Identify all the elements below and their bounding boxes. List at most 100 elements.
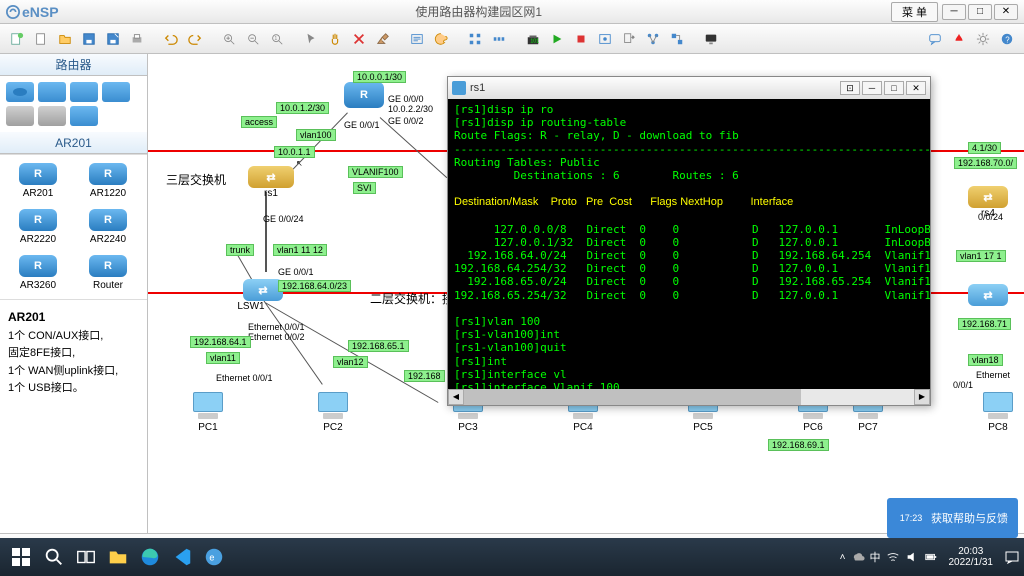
ip-label: 192.168.64.0/23 [278,280,351,292]
delete-icon[interactable] [348,28,370,50]
iface-label: GE 0/0/0 [388,94,424,104]
open-icon[interactable] [54,28,76,50]
tag-label: vlan100 [296,129,336,141]
taskbar-clock[interactable]: 20:03 2022/1/31 [943,546,1000,568]
new-file-icon[interactable] [30,28,52,50]
huawei-icon[interactable] [948,28,970,50]
sidebar-tab-routers[interactable]: 路由器 [0,54,147,76]
help-icon[interactable]: ? [996,28,1018,50]
sidebar-tab-ar201[interactable]: AR201 [0,132,147,154]
palette-wlan-icon[interactable] [70,82,98,102]
link[interactable] [265,192,267,272]
node-pc1[interactable]: PC1 [188,392,228,433]
terminal-scrollbar[interactable]: ◀▶ [448,389,930,405]
taskbar-ensp-icon[interactable]: e [200,543,228,571]
link[interactable] [265,302,323,384]
export-icon[interactable] [618,28,640,50]
pointer-icon[interactable] [300,28,322,50]
tray-chevron-icon[interactable]: ˄ [840,552,846,563]
text-icon[interactable] [406,28,428,50]
palette-cloud-icon[interactable] [38,106,66,126]
display-icon[interactable] [700,28,722,50]
tray-battery-icon[interactable] [924,550,938,564]
broom-icon[interactable] [372,28,394,50]
print-icon[interactable] [126,28,148,50]
palette-firewall-icon[interactable] [102,82,130,102]
terminal-maximize-button[interactable]: □ [884,81,904,95]
ip-label: 192.168.71 [958,318,1011,330]
palette-switch-icon[interactable] [38,82,66,102]
stop-all-icon[interactable] [570,28,592,50]
node-label: PC1 [198,422,217,433]
node-router-r[interactable]: R [344,82,384,108]
start-all-icon[interactable] [546,28,568,50]
terminal-close-button[interactable]: ✕ [906,81,926,95]
grid-align-icon[interactable] [464,28,486,50]
clock-badge: 17:23 [897,504,925,532]
taskbar-vscode-icon[interactable] [168,543,196,571]
palette-router-icon[interactable] [6,82,34,102]
pan-icon[interactable] [324,28,346,50]
node-switch-right[interactable]: ⇄ [968,284,1008,306]
save-icon[interactable] [78,28,100,50]
device-ar2240[interactable]: RAR2240 [74,205,142,249]
link[interactable] [265,302,439,403]
layers-icon[interactable]: 101 [522,28,544,50]
new-topo-icon[interactable] [6,28,28,50]
system-tray[interactable]: ˄ 中 20:03 2022/1/31 [840,546,1020,568]
device-ar2220[interactable]: RAR2220 [4,205,72,249]
taskbar-taskview-icon[interactable] [72,543,100,571]
terminal-body[interactable]: [rs1]disp ip ro [rs1]disp ip routing-tab… [448,99,930,389]
taskbar-search-icon[interactable] [40,543,68,571]
capture-icon[interactable] [594,28,616,50]
menu-button[interactable]: 菜 单 [891,2,938,22]
maximize-button[interactable]: □ [968,4,992,20]
snap-icon[interactable] [666,28,688,50]
redo-icon[interactable] [184,28,206,50]
node-switch-lsw1[interactable]: ⇄ LSW1 [243,279,283,312]
palette-icon[interactable] [430,28,452,50]
terminal-minimize-button[interactable]: ─ [862,81,882,95]
device-ar3260[interactable]: RAR3260 [4,251,72,295]
node-pc8[interactable]: PC8 [978,392,1018,433]
ip-label: 192.168 [404,370,445,382]
palette-link-icon[interactable] [70,106,98,126]
ip-label: 192.168.69.1 [768,439,829,451]
device-router[interactable]: RRouter [74,251,142,295]
terminal-titlebar[interactable]: rs1 ⊡ ─ □ ✕ [448,77,930,99]
zoom-fit-icon[interactable]: 1 [266,28,288,50]
device-ar201[interactable]: RAR201 [4,159,72,203]
tray-volume-icon[interactable] [905,550,919,564]
help-bubble[interactable]: 17:23 获取帮助与反馈 [887,498,1018,538]
tray-lang-icon[interactable]: 中 [870,549,881,565]
zoom-out-icon[interactable] [242,28,264,50]
terminal-extra-button[interactable]: ⊡ [840,81,860,95]
tray-wifi-icon[interactable] [886,550,900,564]
saveas-icon[interactable] [102,28,124,50]
device-ar1220[interactable]: RAR1220 [74,159,142,203]
tray-notification-icon[interactable] [1004,549,1020,565]
settings-icon[interactable] [972,28,994,50]
desc-line: 1个 WAN侧uplink接口, [8,365,118,377]
taskbar-explorer-icon[interactable] [104,543,132,571]
tray-onedrive-icon[interactable] [851,550,865,564]
arrange-h-icon[interactable] [488,28,510,50]
message-icon[interactable] [924,28,946,50]
node-switch-rs1[interactable]: ⇄ rs1 [248,166,294,199]
palette-pc-icon[interactable] [6,106,34,126]
minimize-button[interactable]: ─ [942,4,966,20]
node-label: PC8 [988,422,1007,433]
topo-layout-icon[interactable] [642,28,664,50]
taskbar-edge-icon[interactable] [136,543,164,571]
zoom-in-icon[interactable] [218,28,240,50]
help-text: 获取帮助与反馈 [931,510,1008,526]
undo-icon[interactable] [160,28,182,50]
tag-label: trunk [226,244,254,256]
node-pc2[interactable]: PC2 [313,392,353,433]
windows-taskbar: e ˄ 中 20:03 2022/1/31 [0,538,1024,576]
close-button[interactable]: ✕ [994,4,1018,20]
svg-text:101: 101 [530,38,539,44]
cli-terminal-window[interactable]: rs1 ⊡ ─ □ ✕ [rs1]disp ip ro [rs1]disp ip… [447,76,931,406]
window-title: 使用路由器构建园区网1 [67,3,891,20]
start-button[interactable] [4,542,38,572]
